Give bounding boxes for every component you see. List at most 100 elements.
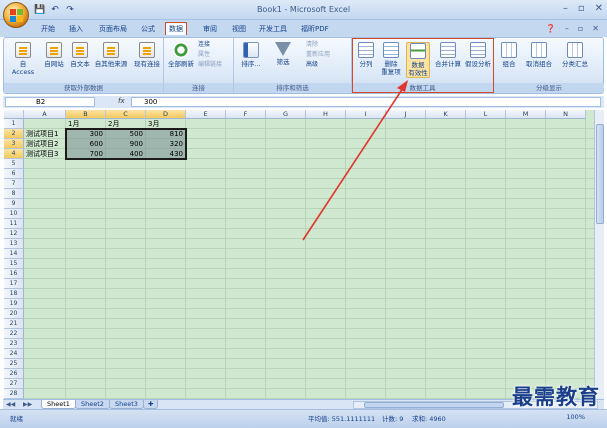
cell-b3[interactable]: 600 — [66, 140, 106, 148]
row-header[interactable]: 26 — [4, 369, 24, 379]
column-header[interactable]: B — [66, 110, 106, 119]
last-sheet-icon[interactable]: ▶▶ — [23, 401, 32, 408]
subtotal-button[interactable]: 分类汇总 — [558, 42, 592, 68]
row-header[interactable]: 21 — [4, 319, 24, 329]
cell-c4[interactable]: 400 — [106, 150, 146, 158]
row-header[interactable]: 23 — [4, 339, 24, 349]
edit-links-button[interactable]: 编辑链接 — [198, 61, 222, 69]
vertical-scrollbar[interactable] — [594, 110, 604, 399]
row-header[interactable]: 14 — [4, 249, 24, 259]
from-access-button[interactable]: 自 Access — [8, 42, 38, 76]
column-header[interactable]: L — [466, 110, 506, 119]
from-web-button[interactable]: 自网站 — [42, 42, 66, 68]
name-box[interactable]: B2 — [5, 97, 95, 107]
cell-d2[interactable]: 810 — [146, 130, 186, 138]
tab-data[interactable]: 数据 — [165, 22, 187, 35]
vertical-scroll-thumb[interactable] — [596, 124, 604, 224]
column-header[interactable]: K — [426, 110, 466, 119]
row-header[interactable]: 25 — [4, 359, 24, 369]
row-header[interactable]: 13 — [4, 239, 24, 249]
fx-icon[interactable]: fx — [118, 97, 125, 105]
insert-sheet-icon[interactable]: ✚ — [143, 400, 159, 409]
row-header[interactable]: 12 — [4, 229, 24, 239]
row-header[interactable]: 3 — [4, 139, 24, 149]
column-header[interactable]: E — [186, 110, 226, 119]
sheet-tab-2[interactable]: Sheet2 — [75, 400, 110, 409]
sheet-tab-3[interactable]: Sheet3 — [109, 400, 144, 409]
properties-button[interactable]: 属性 — [198, 51, 210, 59]
row-header[interactable]: 6 — [4, 169, 24, 179]
column-header[interactable]: N — [546, 110, 586, 119]
tab-review[interactable]: 审阅 — [200, 23, 220, 35]
close-button[interactable]: ✕ — [595, 3, 603, 14]
connections-button[interactable]: 连接 — [198, 41, 210, 49]
row-header[interactable]: 2 — [4, 129, 24, 139]
from-text-button[interactable]: 自文本 — [68, 42, 92, 68]
tab-insert[interactable]: 插入 — [66, 23, 86, 35]
row-header[interactable]: 18 — [4, 289, 24, 299]
existing-connections-button[interactable]: 现有连接 — [132, 42, 162, 68]
row-header[interactable]: 20 — [4, 309, 24, 319]
wb-restore-button[interactable]: ▫ — [578, 24, 583, 33]
row-header[interactable]: 24 — [4, 349, 24, 359]
cell-c3[interactable]: 900 — [106, 140, 146, 148]
horizontal-scroll-thumb[interactable] — [364, 402, 504, 408]
row-header[interactable]: 17 — [4, 279, 24, 289]
row-header[interactable]: 27 — [4, 379, 24, 389]
row-header[interactable]: 9 — [4, 199, 24, 209]
tab-view[interactable]: 视图 — [229, 23, 249, 35]
column-header[interactable]: F — [226, 110, 266, 119]
column-header[interactable]: G — [266, 110, 306, 119]
group-button[interactable]: 组合 — [498, 42, 520, 68]
first-sheet-icon[interactable]: ◀◀ — [6, 401, 15, 408]
wb-minimize-button[interactable]: – — [565, 24, 569, 33]
cell-b2[interactable]: 300 — [66, 130, 106, 138]
worksheet-grid[interactable]: A B C D E F G H I J K L M N 1 2 3 4 5 6 7 8 9 10 11 12 13 14 15 16 17 1… — [4, 110, 594, 399]
advanced-button[interactable]: 高级 — [306, 61, 318, 69]
column-header[interactable]: D — [146, 110, 186, 119]
row-header[interactable]: 7 — [4, 179, 24, 189]
from-other-sources-button[interactable]: 自其他来源 — [94, 42, 128, 68]
column-header[interactable]: H — [306, 110, 346, 119]
minimize-button[interactable]: – — [563, 3, 568, 14]
row-header[interactable]: 10 — [4, 209, 24, 219]
sort-button[interactable]: 排序... — [238, 42, 264, 68]
clear-button[interactable]: 清除 — [306, 41, 318, 49]
tab-home[interactable]: 开始 — [38, 23, 58, 35]
ungroup-button[interactable]: 取消组合 — [522, 42, 556, 68]
row-header[interactable]: 5 — [4, 159, 24, 169]
cell-b4[interactable]: 700 — [66, 150, 106, 158]
row-header[interactable]: 15 — [4, 259, 24, 269]
row-header[interactable]: 16 — [4, 269, 24, 279]
row-header[interactable]: 1 — [4, 119, 24, 129]
office-button[interactable] — [3, 2, 29, 28]
row-header[interactable]: 28 — [4, 389, 24, 399]
select-all-corner[interactable] — [4, 110, 24, 119]
tab-developer[interactable]: 开发工具 — [256, 23, 290, 35]
filter-button[interactable]: 筛选 — [270, 42, 296, 66]
wb-close-button[interactable]: ✕ — [592, 24, 599, 33]
cell-d3[interactable]: 320 — [146, 140, 186, 148]
row-header[interactable]: 11 — [4, 219, 24, 229]
cell-c2[interactable]: 500 — [106, 130, 146, 138]
cell-d1[interactable]: 3月 — [146, 120, 196, 128]
row-header[interactable]: 19 — [4, 299, 24, 309]
formula-input[interactable]: 300 — [131, 97, 601, 107]
tab-page-layout[interactable]: 页面布局 — [96, 23, 130, 35]
zoom-level[interactable]: 100% — [566, 413, 585, 421]
tab-foxit-pdf[interactable]: 福昕PDF — [298, 23, 332, 35]
row-header[interactable]: 8 — [4, 189, 24, 199]
help-icon[interactable]: ❓ — [546, 24, 556, 33]
tab-formulas[interactable]: 公式 — [138, 23, 158, 35]
refresh-all-button[interactable]: 全部刷新 — [167, 42, 195, 68]
reapply-button[interactable]: 重新应用 — [306, 51, 330, 59]
column-header[interactable]: J — [386, 110, 426, 119]
row-header[interactable]: 4 — [4, 149, 24, 159]
maximize-button[interactable]: ▫ — [578, 3, 585, 14]
column-header[interactable]: C — [106, 110, 146, 119]
column-header[interactable]: I — [346, 110, 386, 119]
cell-d4[interactable]: 430 — [146, 150, 186, 158]
sheet-tab-1[interactable]: Sheet1 — [41, 400, 76, 409]
column-header[interactable]: A — [24, 110, 66, 119]
column-header[interactable]: M — [506, 110, 546, 119]
